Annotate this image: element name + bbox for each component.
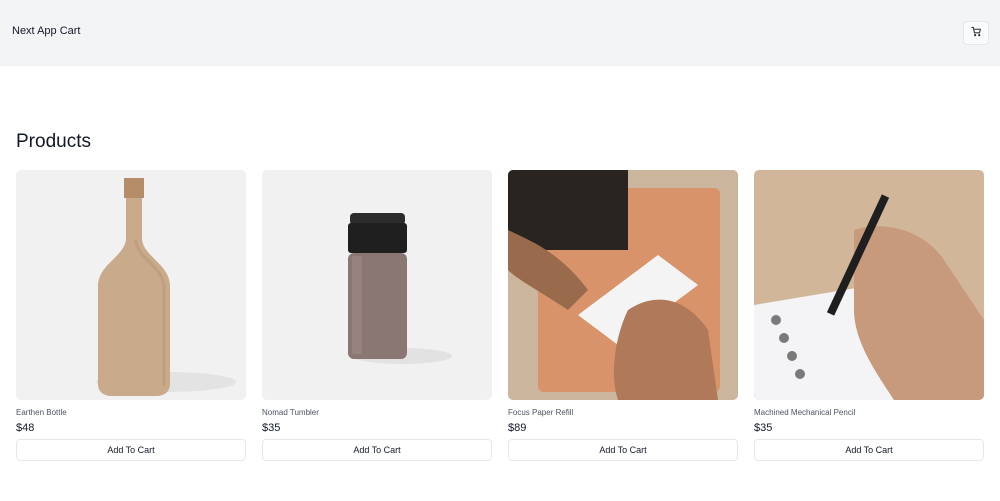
product-price: $89 xyxy=(508,422,527,434)
product-name: Nomad Tumbler xyxy=(262,408,319,417)
product-card: Focus Paper Refill $89 Add To Cart xyxy=(508,170,738,461)
product-name: Machined Mechanical Pencil xyxy=(754,408,856,417)
product-image[interactable] xyxy=(754,170,984,400)
product-card: Nomad Tumbler $35 Add To Cart xyxy=(262,170,492,461)
add-to-cart-button[interactable]: Add To Cart xyxy=(16,439,246,461)
product-name: Focus Paper Refill xyxy=(508,408,574,417)
top-navbar: Next App Cart xyxy=(0,0,1000,66)
cart-button[interactable] xyxy=(963,21,989,45)
shopping-cart-icon xyxy=(970,24,982,42)
product-card: Machined Mechanical Pencil $35 Add To Ca… xyxy=(754,170,984,461)
product-card: Earthen Bottle $48 Add To Cart xyxy=(16,170,246,461)
page-title: Products xyxy=(16,131,91,152)
product-image[interactable] xyxy=(508,170,738,400)
product-price: $48 xyxy=(16,422,35,434)
add-to-cart-button[interactable]: Add To Cart xyxy=(508,439,738,461)
product-image[interactable] xyxy=(16,170,246,400)
product-price: $35 xyxy=(754,422,773,434)
add-to-cart-button[interactable]: Add To Cart xyxy=(754,439,984,461)
product-price: $35 xyxy=(262,422,281,434)
product-name: Earthen Bottle xyxy=(16,408,67,417)
product-image[interactable] xyxy=(262,170,492,400)
add-to-cart-button[interactable]: Add To Cart xyxy=(262,439,492,461)
brand-title[interactable]: Next App Cart xyxy=(12,25,80,37)
